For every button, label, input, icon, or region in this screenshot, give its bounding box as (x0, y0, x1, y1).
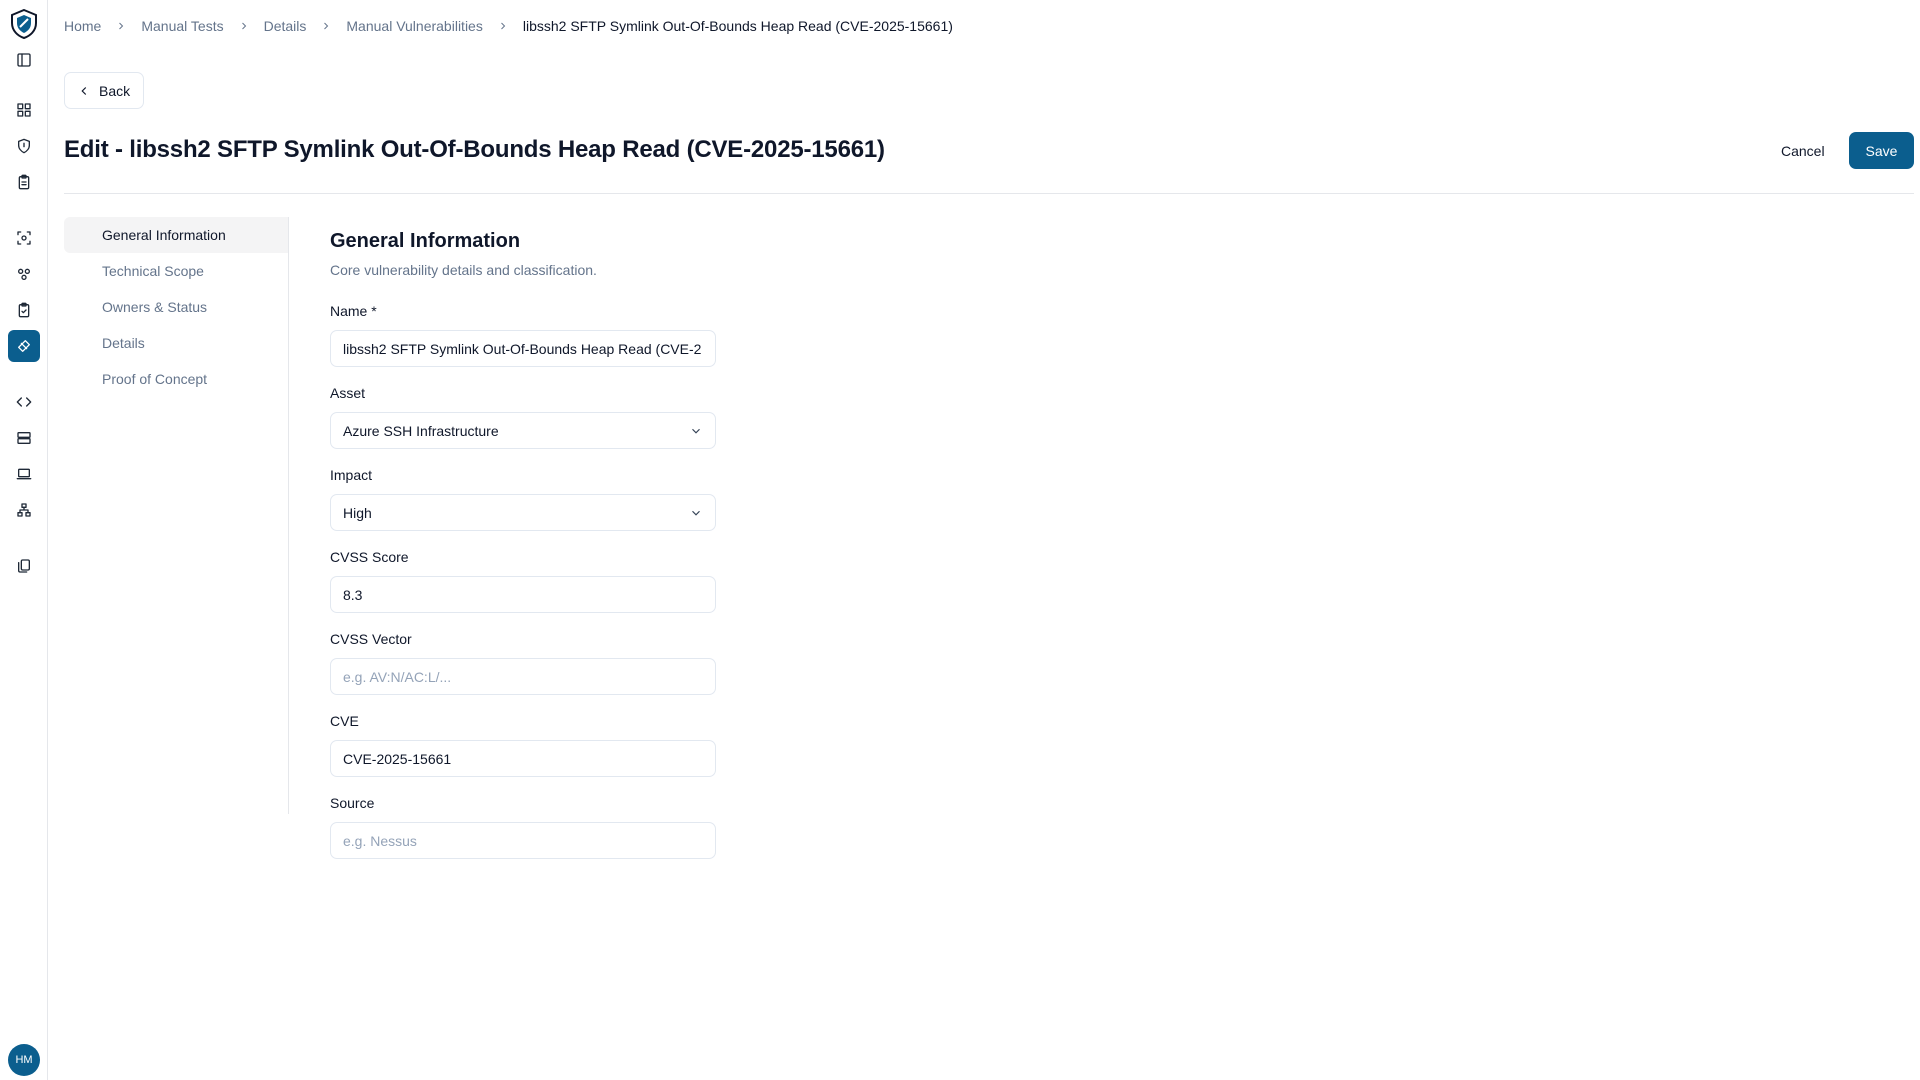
chevron-down-icon (692, 428, 700, 434)
chevron-right-icon (238, 20, 250, 32)
breadcrumb-manual-vulnerabilities[interactable]: Manual Vulnerabilities (346, 18, 482, 34)
impact-value: High (343, 504, 372, 521)
clipboard-icon[interactable] (8, 166, 40, 198)
general-information-form: General Information Core vulnerability d… (330, 230, 716, 859)
cvss-vector-placeholder: e.g. AV:N/AC:L/... (343, 668, 452, 685)
section-description: Core vulnerability details and classific… (330, 262, 597, 278)
sidebar-toggle-icon[interactable] (8, 44, 40, 76)
chevron-right-icon (115, 20, 127, 32)
team-icon[interactable] (8, 258, 40, 290)
asset-value: Azure SSH Infrastructure (343, 422, 499, 439)
back-button[interactable]: Back (64, 72, 145, 109)
asset-field-group: Asset Azure SSH Infrastructure (330, 384, 716, 449)
section-nav: General Information Technical Scope Owne… (64, 217, 289, 814)
breadcrumb-manual-tests[interactable]: Manual Tests (141, 18, 223, 34)
cve-value: CVE-2025-15661 (343, 750, 452, 767)
source-input[interactable]: e.g. Nessus (330, 822, 716, 859)
shield-logo-icon[interactable] (6, 6, 42, 42)
source-field-group: Source e.g. Nessus (330, 794, 716, 859)
cve-field-group: CVE CVE-2025-15661 (330, 712, 716, 777)
divider (64, 193, 1914, 194)
name-input[interactable]: libssh2 SFTP Symlink Out-Of-Bounds Heap … (330, 330, 716, 367)
section-nav-owners-status[interactable]: Owners & Status (64, 289, 288, 325)
chevron-right-icon (320, 20, 332, 32)
section-title: General Information (330, 230, 521, 252)
breadcrumb-home[interactable]: Home (64, 18, 101, 34)
cvss-vector-field-group: CVSS Vector e.g. AV:N/AC:L/... (330, 630, 716, 695)
impact-select[interactable]: High (330, 494, 716, 531)
checklist-icon[interactable] (8, 294, 40, 326)
page-title: Edit - libssh2 SFTP Symlink Out-Of-Bound… (64, 136, 885, 163)
reports-icon[interactable] (8, 550, 40, 582)
breadcrumb-details[interactable]: Details (264, 18, 307, 34)
server-icon[interactable] (8, 422, 40, 454)
cvss-vector-label: CVSS Vector (330, 631, 412, 647)
chevron-down-icon (692, 510, 700, 516)
asset-label: Asset (330, 385, 366, 401)
impact-label: Impact (330, 467, 373, 483)
cve-input[interactable]: CVE-2025-15661 (330, 740, 716, 777)
cvss-score-field-group: CVSS Score 8.3 (330, 548, 716, 613)
source-placeholder: e.g. Nessus (343, 832, 417, 849)
cvss-score-input[interactable]: 8.3 (330, 576, 716, 613)
chevron-left-icon (81, 86, 87, 95)
section-nav-technical-scope[interactable]: Technical Scope (64, 253, 288, 289)
cvss-vector-input[interactable]: e.g. AV:N/AC:L/... (330, 658, 716, 695)
impact-field-group: Impact High (330, 466, 716, 531)
breadcrumb: Home Manual Tests Details Manual Vulnera… (64, 18, 953, 34)
breadcrumb-current: libssh2 SFTP Symlink Out-Of-Bounds Heap … (522, 18, 953, 34)
back-label: Back (99, 82, 131, 99)
cvss-score-label: CVSS Score (330, 549, 409, 565)
scan-icon[interactable] (8, 222, 40, 254)
save-button[interactable]: Save (1849, 132, 1914, 169)
code-icon[interactable] (8, 386, 40, 418)
icon-rail: HM (0, 0, 48, 1080)
section-nav-details[interactable]: Details (64, 325, 288, 361)
chevron-right-icon (497, 20, 509, 32)
source-label: Source (330, 795, 375, 811)
cve-label: CVE (330, 713, 359, 729)
name-value: libssh2 SFTP Symlink Out-Of-Bounds Heap … (343, 340, 702, 357)
avatar[interactable]: HM (8, 1044, 40, 1076)
asset-select[interactable]: Azure SSH Infrastructure (330, 412, 716, 449)
cvss-score-value: 8.3 (343, 586, 363, 603)
vulnerabilities-icon[interactable] (8, 330, 40, 362)
laptop-icon[interactable] (8, 458, 40, 490)
section-nav-general-information[interactable]: General Information (64, 217, 288, 253)
section-nav-proof-of-concept[interactable]: Proof of Concept (64, 361, 288, 397)
network-icon[interactable] (8, 494, 40, 526)
name-field-group: Name * libssh2 SFTP Symlink Out-Of-Bound… (330, 302, 716, 367)
dashboard-icon[interactable] (8, 94, 40, 126)
cancel-button[interactable]: Cancel (1765, 132, 1841, 169)
shield-icon[interactable] (8, 130, 40, 162)
name-label: Name * (330, 303, 377, 319)
